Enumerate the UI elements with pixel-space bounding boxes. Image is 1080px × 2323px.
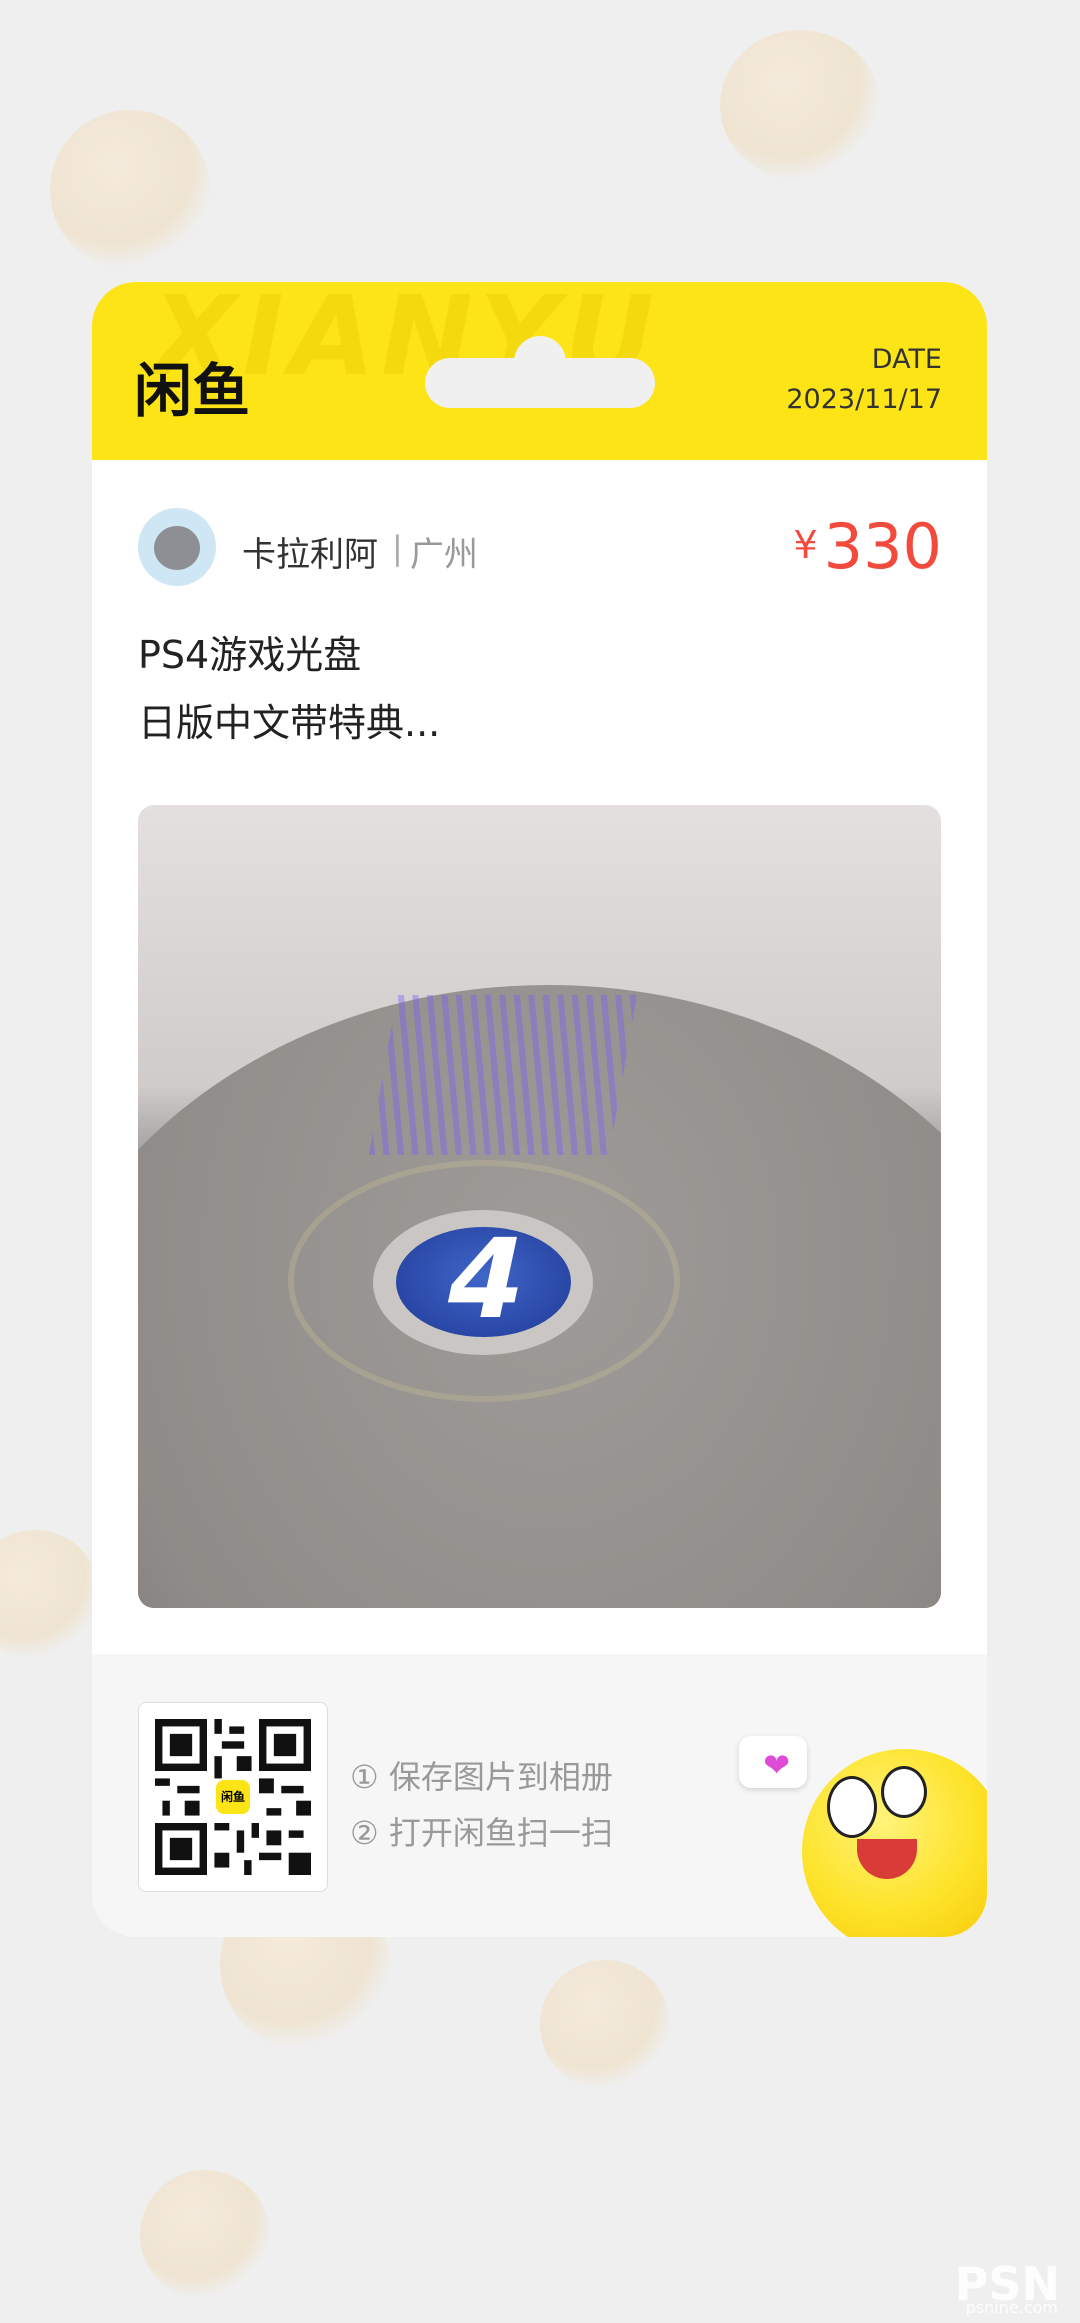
price-currency: ¥ <box>793 523 818 567</box>
instruction-step-1: ① 保存图片到相册 <box>350 1758 613 1796</box>
mascot: ❤ <box>687 1654 987 1937</box>
seal-avatar-icon <box>154 526 200 570</box>
qr-code[interactable]: 闲鱼 <box>138 1702 328 1892</box>
brand-logo: 闲鱼 <box>134 357 251 425</box>
background-mascot <box>50 110 210 270</box>
disc-reflection <box>368 995 638 1155</box>
product-title-line2: 日版中文带特典... <box>138 701 441 745</box>
date-value: 2023/11/17 <box>786 384 942 415</box>
card-header: XIANYU 闲鱼 DATE 2023/11/17 <box>92 282 987 460</box>
heart-icon: ❤ <box>763 1746 790 1784</box>
seller-location: 广州 <box>410 535 478 575</box>
card-hole-bump <box>514 336 566 388</box>
background-mascot <box>140 2170 270 2300</box>
date-label: DATE <box>871 344 942 375</box>
product-title-line1: PS4游戏光盘 <box>138 633 362 677</box>
price: ¥330 <box>793 510 942 583</box>
seller-name: 卡拉利阿 <box>242 535 378 575</box>
instruction-step-2: ② 打开闲鱼扫一扫 <box>350 1814 613 1852</box>
product-photo[interactable]: 4 <box>138 805 941 1608</box>
qr-badge: 闲鱼 <box>216 1780 250 1814</box>
background-mascot <box>0 1530 100 1660</box>
mascot-eye-right <box>881 1766 927 1818</box>
avatar[interactable] <box>138 508 216 586</box>
separator: | <box>392 529 403 567</box>
card-footer: 闲鱼 ① 保存图片到相册 ② 打开闲鱼扫一扫 ❤ <box>92 1654 987 1937</box>
background-mascot <box>720 30 880 180</box>
share-card: XIANYU 闲鱼 DATE 2023/11/17 卡拉利阿 | 广州 ¥330… <box>92 282 987 1937</box>
background-mascot <box>540 1960 670 2090</box>
psn-watermark-sub: psnine.com <box>965 2298 1058 2317</box>
mascot-eye-left <box>827 1776 877 1838</box>
price-value: 330 <box>823 510 942 583</box>
